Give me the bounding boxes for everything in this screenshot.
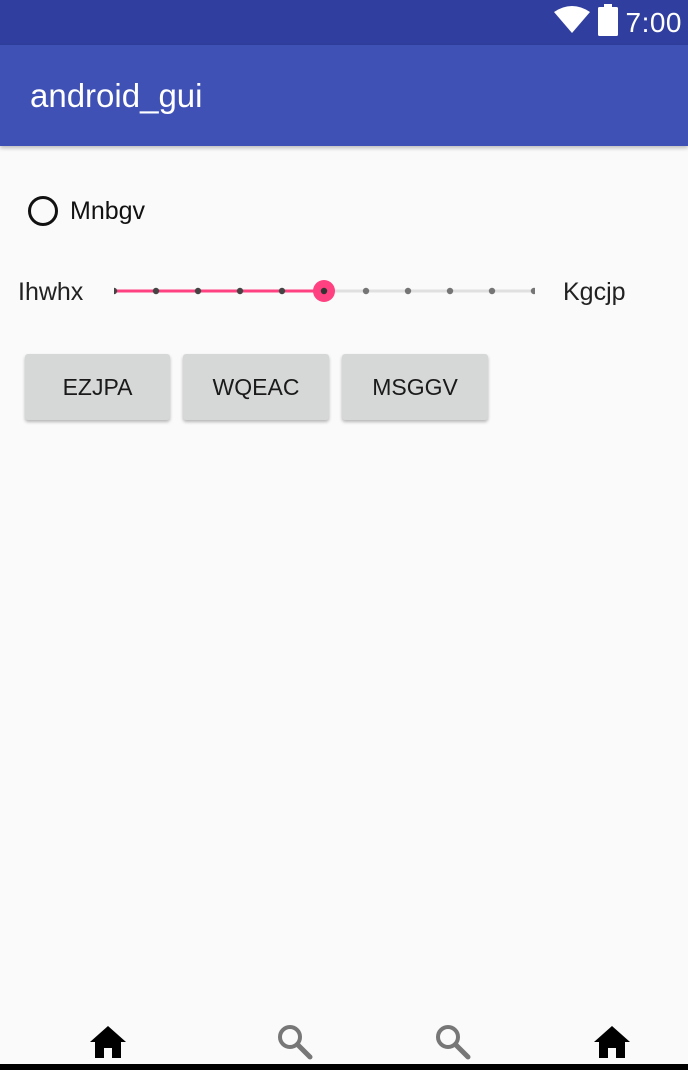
navigation-bar-edge [0, 1064, 688, 1070]
search-icon [435, 1024, 471, 1065]
nav-item-home[interactable] [88, 1025, 128, 1063]
search-icon [277, 1024, 313, 1065]
slider-tick-mark [278, 287, 286, 295]
status-bar: 7:00 [0, 0, 688, 45]
slider-tick-mark [446, 287, 454, 295]
radio-label: Mnbgv [70, 196, 146, 225]
radio-option[interactable]: Mnbgv [28, 192, 145, 230]
slider-max-label: Kgcjp [563, 278, 626, 306]
slider-tick-mark [236, 287, 244, 295]
app-title: android_gui [30, 77, 203, 114]
slider-tick-mark [194, 287, 202, 295]
slider-tick-mark [114, 287, 118, 295]
status-time: 7:00 [625, 6, 682, 38]
status-icons: 7:00 [553, 0, 683, 45]
nav-item-search[interactable] [433, 1024, 473, 1065]
slider-min-label: Ihwhx [18, 278, 84, 306]
home-icon [89, 1025, 127, 1064]
ezjpa-button[interactable]: EZJPA [25, 354, 170, 420]
wqeac-button[interactable]: WQEAC [183, 354, 329, 420]
battery-icon [597, 4, 618, 41]
button-row: EZJPA WQEAC MSGGV [25, 354, 488, 420]
slider-thumb-tick [320, 287, 328, 295]
slider-tick-mark [530, 287, 535, 295]
slider-tick-mark [404, 287, 412, 295]
slider-tick-mark [152, 287, 160, 295]
bottom-navigation [0, 1022, 688, 1064]
slider-tick-mark [488, 287, 496, 295]
slider-row: Ihwhx Kgcjp [0, 270, 688, 314]
nav-item-search[interactable] [275, 1024, 315, 1065]
radio-button[interactable] [28, 196, 58, 226]
wifi-icon [553, 6, 590, 39]
nav-item-home[interactable] [592, 1025, 632, 1063]
discrete-slider[interactable] [114, 270, 535, 314]
home-icon [593, 1025, 631, 1064]
slider-tick-mark [362, 287, 370, 295]
msggv-button[interactable]: MSGGV [342, 354, 488, 420]
app-bar: android_gui [0, 45, 688, 146]
